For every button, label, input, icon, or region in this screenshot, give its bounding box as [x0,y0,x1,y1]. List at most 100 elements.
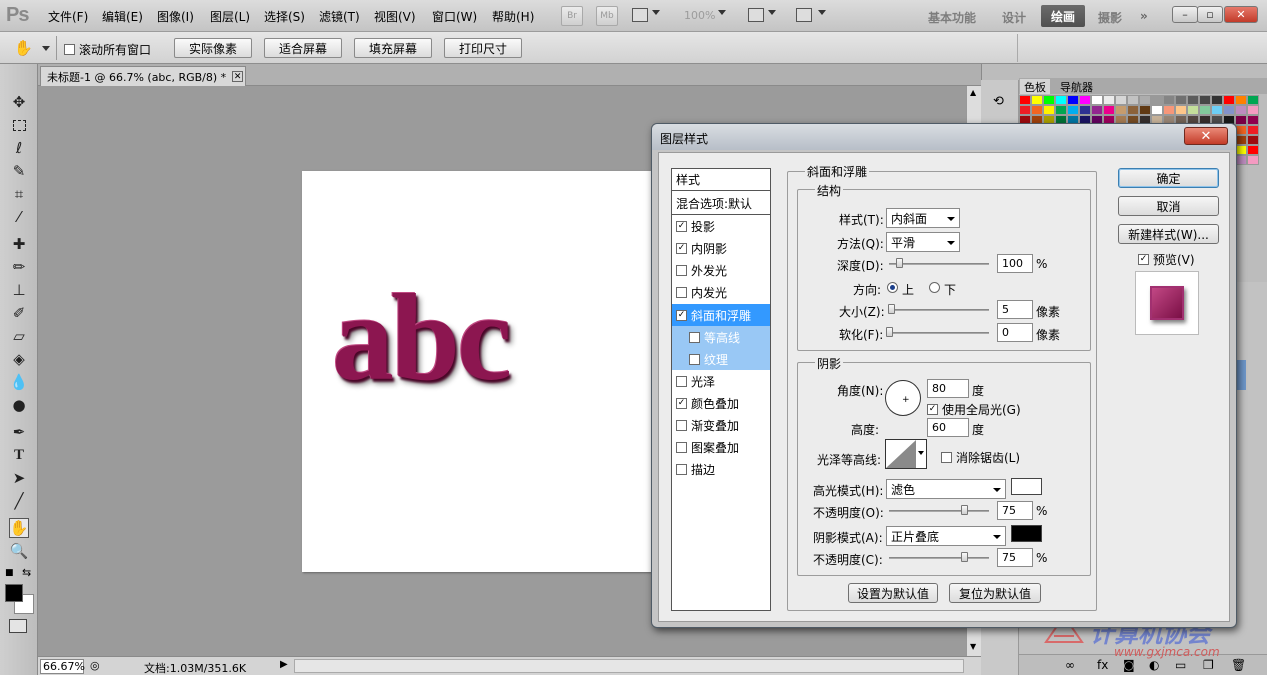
color-swatch-cell[interactable] [1139,95,1151,105]
zoom-tool-icon[interactable]: 🔍 [9,541,29,561]
bridge-button[interactable]: Br [561,6,583,26]
depth-slider-track[interactable] [889,263,989,265]
fit-screen-button[interactable]: 适合屏幕 [264,38,342,58]
dodge-tool-icon[interactable]: ● [9,395,29,415]
shadow-opacity-input[interactable]: 75 [997,548,1033,567]
menu-select[interactable]: 选择(S) [264,8,305,25]
color-swatch-cell[interactable] [1247,145,1259,155]
color-swatch-cell[interactable] [1247,135,1259,145]
document-canvas[interactable]: abc [302,171,657,572]
color-swatch-cell[interactable] [1211,95,1223,105]
highlight-opacity-thumb[interactable] [961,505,968,515]
color-swatch-cell[interactable] [1043,95,1055,105]
color-swatch-cell[interactable] [1247,155,1259,165]
texture-checkbox[interactable] [689,353,700,365]
style-stroke[interactable]: 描边 [672,458,770,480]
style-inner-glow[interactable]: 内发光 [672,281,770,303]
color-swatch-cell[interactable] [1247,115,1259,125]
color-swatch-cell[interactable] [1115,95,1127,105]
cancel-button[interactable]: 取消 [1118,196,1219,216]
swap-colors-icon[interactable]: ⇆ [22,566,31,579]
history-brush-tool-icon[interactable]: ✐ [9,303,29,323]
soften-slider-track[interactable] [889,332,989,334]
color-swatch-cell[interactable] [1247,95,1259,105]
color-swatch-cell[interactable] [1211,105,1223,115]
highlight-opacity-track[interactable] [889,510,989,512]
blending-options-default[interactable]: 混合选项:默认 [672,193,770,215]
depth-input[interactable]: 100 [997,254,1033,273]
healing-brush-tool-icon[interactable]: ✚ [9,234,29,254]
style-drop-shadow[interactable]: ✓ 投影 [672,215,770,237]
style-gradient-overlay[interactable]: 渐变叠加 [672,414,770,436]
technique-dropdown[interactable]: 平滑 [886,232,960,252]
color-swatch-cell[interactable] [1175,95,1187,105]
style-inner-shadow[interactable]: ✓ 内阴影 [672,237,770,259]
mini-bridge-button[interactable]: Mb [596,6,618,26]
move-tool-icon[interactable]: ✥ [9,92,29,112]
color-swatch-cell[interactable] [1091,105,1103,115]
color-swatch-cell[interactable] [1199,95,1211,105]
global-light-checkbox[interactable]: ✓ 使用全局光(G) [927,401,1021,418]
gloss-contour-picker[interactable] [885,439,927,469]
angle-dial[interactable]: + [885,380,921,416]
print-size-button[interactable]: 打印尺寸 [444,38,522,58]
new-style-button[interactable]: 新建样式(W)... [1118,224,1219,244]
color-swatch-cell[interactable] [1067,105,1079,115]
screen-mode-icon[interactable] [796,8,812,22]
style-outer-glow[interactable]: 外发光 [672,259,770,281]
preview-checkbox[interactable]: ✓ 预览(V) [1138,251,1195,268]
menu-image[interactable]: 图像(I) [157,8,194,25]
arrange-documents-icon[interactable] [748,8,764,22]
crop-tool-icon[interactable]: ⌗ [9,184,29,204]
color-swatch-cell[interactable] [1151,95,1163,105]
marquee-tool-icon[interactable] [9,115,29,135]
color-swatch-cell[interactable] [1151,105,1163,115]
close-window-button[interactable]: ✕ [1224,6,1258,23]
tab-navigator[interactable]: 导航器 [1056,79,1097,94]
fill-screen-button[interactable]: 填充屏幕 [354,38,432,58]
color-swatch-cell[interactable] [1055,95,1067,105]
style-texture[interactable]: 纹理 [672,348,770,370]
chevron-down-icon[interactable] [768,10,776,15]
hand-tool-icon[interactable]: ✋ [9,518,29,538]
chevron-down-icon[interactable] [718,10,726,15]
workspace-photography[interactable]: 摄影 [1098,9,1122,26]
color-swatch-cell[interactable] [1163,105,1175,115]
highlight-opacity-input[interactable]: 75 [997,501,1033,520]
shadow-color-swatch[interactable] [1011,525,1042,542]
lasso-tool-icon[interactable]: ℓ [9,138,29,158]
workspace-essentials[interactable]: 基本功能 [928,9,976,26]
tab-swatches[interactable]: 色板 [1020,79,1050,94]
color-overlay-checkbox[interactable]: ✓ [676,397,687,409]
status-info-icon[interactable]: ◎ [90,659,100,672]
color-swatch-cell[interactable] [1139,105,1151,115]
color-swatch-cell[interactable] [1079,105,1091,115]
line-tool-icon[interactable]: ╱ [9,491,29,511]
workspace-painting[interactable]: 绘画 [1041,5,1085,27]
style-bevel-emboss[interactable]: ✓ 斜面和浮雕 [672,304,770,326]
soften-input[interactable]: 0 [997,323,1033,342]
size-slider-track[interactable] [889,309,989,311]
checkbox-box[interactable]: ✓ [927,404,938,415]
outer-glow-checkbox[interactable] [676,264,687,276]
chevron-down-icon[interactable] [652,10,660,15]
restore-button[interactable]: ▫ [1197,6,1223,23]
status-menu-arrow-icon[interactable]: ▶ [280,659,288,670]
shadow-opacity-thumb[interactable] [961,552,968,562]
color-swatch-cell[interactable] [1019,95,1031,105]
checkbox-box[interactable] [941,452,952,463]
drop-shadow-checkbox[interactable]: ✓ [676,220,687,232]
stroke-checkbox[interactable] [676,463,687,475]
soften-slider-thumb[interactable] [886,327,893,337]
pattern-overlay-checkbox[interactable] [676,441,687,453]
style-satin[interactable]: 光泽 [672,370,770,392]
menu-layer[interactable]: 图层(L) [210,8,250,25]
style-contour[interactable]: 等高线 [672,326,770,348]
minimize-button[interactable]: – [1172,6,1198,23]
dialog-close-button[interactable]: ✕ [1184,127,1228,145]
clone-stamp-tool-icon[interactable]: ⊥ [9,280,29,300]
type-tool-icon[interactable]: T [9,445,29,465]
size-input[interactable]: 5 [997,300,1033,319]
layer-effects-icon[interactable]: fx [1097,658,1108,672]
styles-header[interactable]: 样式 [672,169,770,191]
